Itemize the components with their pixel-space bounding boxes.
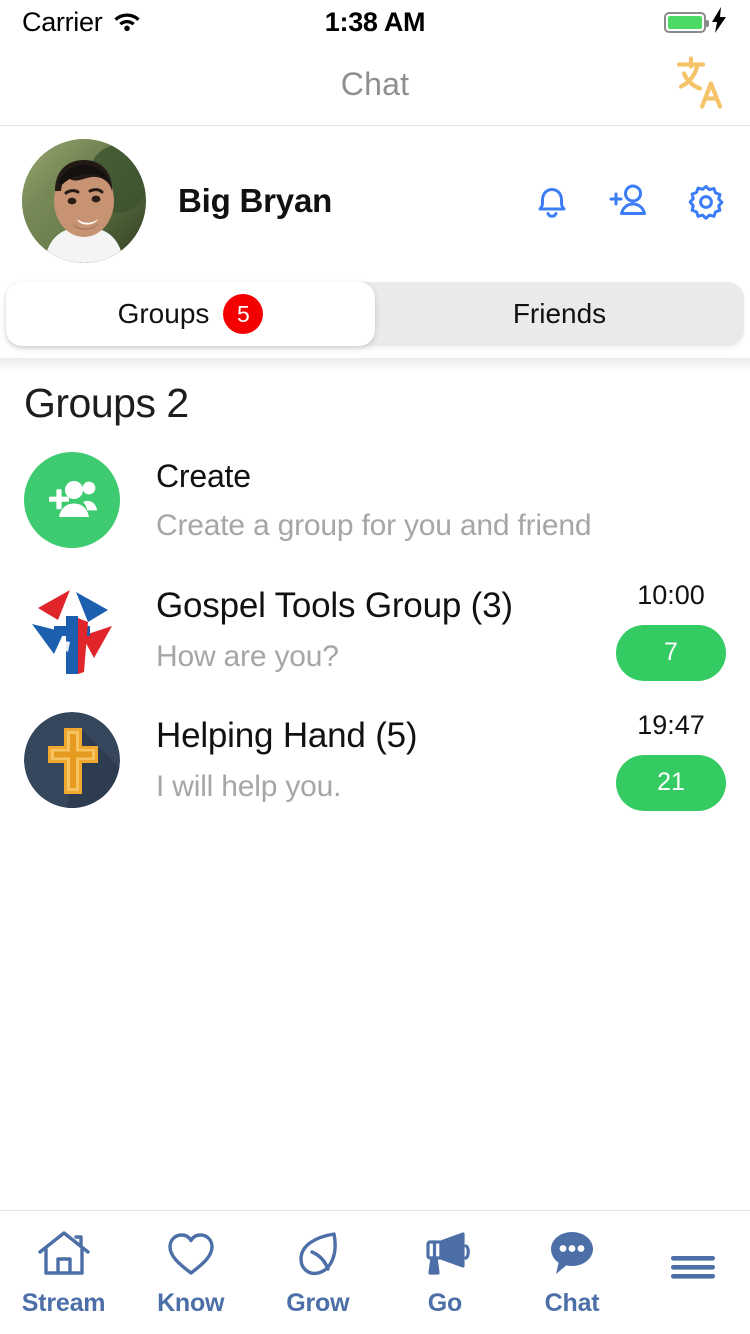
nav-item-chat-label: Chat (544, 1288, 600, 1317)
translate-icon[interactable] (672, 55, 728, 114)
megaphone-icon (417, 1228, 473, 1283)
nav-item-menu[interactable] (636, 1245, 750, 1300)
list-item-body: Helping Hand (5) I will help you. (156, 716, 616, 804)
nav-item-stream[interactable]: Stream (0, 1228, 127, 1318)
translate-button[interactable] (672, 54, 728, 115)
tab-groups[interactable]: Groups 5 (6, 282, 375, 346)
gear-icon[interactable] (684, 179, 728, 223)
profile-actions (530, 179, 728, 223)
leaf-icon (290, 1228, 346, 1283)
nav-item-grow[interactable]: Grow (254, 1228, 381, 1318)
list-item-meta: 10:00 7 (616, 580, 726, 681)
home-icon (36, 1228, 92, 1283)
nav-item-grow-label: Grow (286, 1288, 350, 1317)
unread-count-badge: 21 (616, 754, 726, 811)
helping-hand-cross-logo (24, 712, 120, 808)
list-item-create[interactable]: Create Create a group for you and friend (0, 435, 750, 565)
segmented-tabs: Groups 5 Friends (6, 282, 744, 346)
tab-groups-label: Groups (117, 298, 210, 329)
nav-item-know-label: Know (157, 1288, 225, 1317)
status-bar-clock: 1:38 AM (324, 6, 426, 37)
list-item-gospel-tools-group[interactable]: Gospel Tools Group (3) How are you? 10:0… (0, 565, 750, 695)
list-item-time: 19:47 (637, 709, 705, 740)
status-bar-right (664, 6, 728, 38)
gospel-tools-logo (24, 582, 120, 678)
section-title: Groups 2 (24, 380, 189, 426)
user-avatar-photo[interactable] (22, 139, 146, 263)
list-item-title: Helping Hand (5) (156, 716, 418, 755)
nav-item-chat[interactable]: Chat (509, 1228, 636, 1318)
profile-row[interactable]: Big Bryan (0, 126, 750, 276)
list-item-subtitle: Create a group for you and friend (156, 508, 592, 542)
app-screen: Carrier 1:38 AM Chat Big Bryan Groups 5 … (0, 0, 750, 1334)
lightning-bolt-icon (710, 6, 728, 38)
hamburger-menu-icon[interactable] (665, 1245, 721, 1294)
list-item-subtitle: I will help you. (156, 770, 342, 803)
navigation-bar: Chat (0, 44, 750, 126)
page-title: Chat (340, 66, 410, 102)
profile-name: Big Bryan (178, 182, 333, 219)
tab-friends[interactable]: Friends (375, 282, 744, 346)
bell-icon[interactable] (530, 179, 574, 223)
list-item-meta: 19:47 21 (616, 710, 726, 811)
nav-item-know[interactable]: Know (127, 1228, 254, 1318)
nav-item-go[interactable]: Go (381, 1228, 508, 1318)
battery-icon (664, 11, 709, 33)
list-item-title: Create (156, 457, 251, 494)
list-item-body: Create Create a group for you and friend (156, 458, 616, 543)
person-plus-icon[interactable] (607, 179, 651, 223)
list-item-body: Gospel Tools Group (3) How are you? (156, 586, 616, 674)
list-item-helping-hand[interactable]: Helping Hand (5) I will help you. 19:47 … (0, 695, 750, 825)
chat-bubble-icon (544, 1228, 600, 1283)
heart-icon (163, 1228, 219, 1283)
tab-groups-badge: 5 (223, 294, 264, 334)
list-item-title: Gospel Tools Group (3) (156, 586, 513, 625)
nav-item-stream-label: Stream (21, 1288, 106, 1317)
list-item-subtitle: How are you? (156, 640, 339, 673)
bottom-navigation-bar: Stream Know Grow Go Chat (0, 1210, 750, 1334)
status-bar: Carrier 1:38 AM (0, 0, 750, 44)
tab-friends-label: Friends (512, 298, 607, 329)
create-group-icon (24, 452, 120, 548)
groups-list-container: Groups 2 Create Create a group for you a… (0, 358, 750, 1210)
list-item-time: 10:00 (637, 579, 705, 610)
nav-item-go-label: Go (427, 1288, 463, 1317)
unread-count-badge: 7 (616, 624, 726, 681)
